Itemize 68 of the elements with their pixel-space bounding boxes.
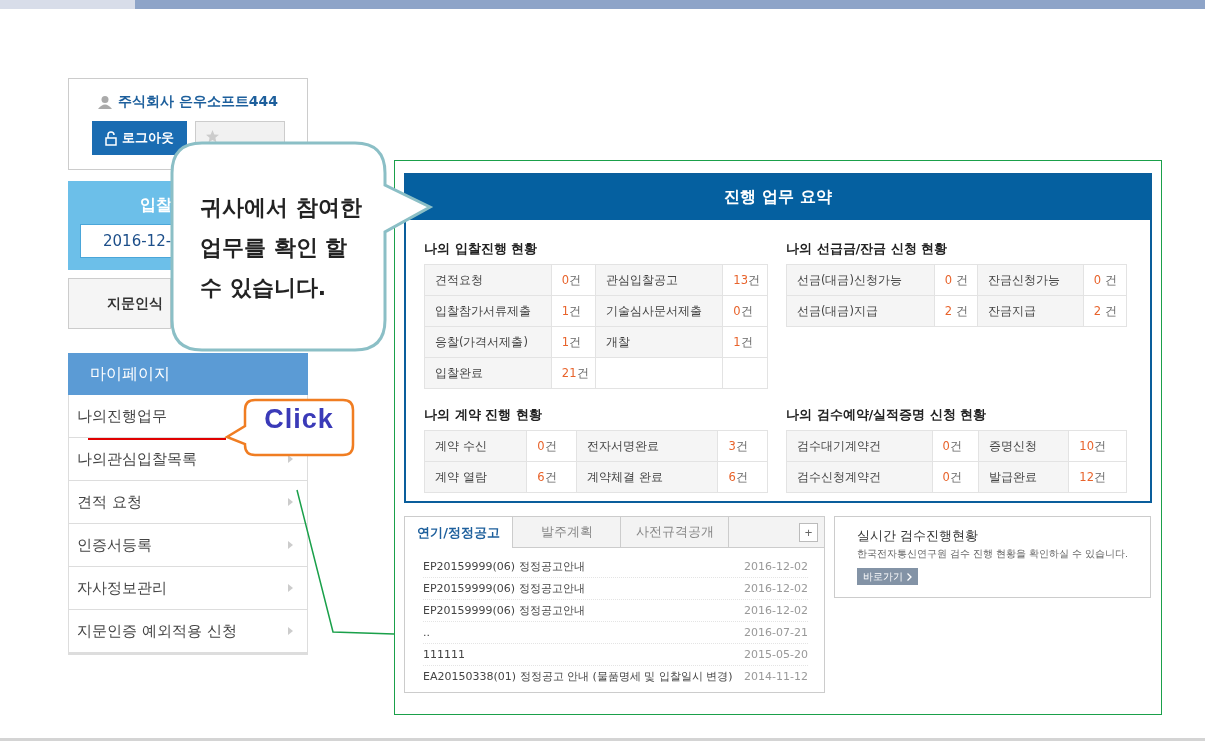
bid-title: 입찰 <box>140 195 172 216</box>
notice-title[interactable]: .. <box>423 626 430 639</box>
table-label: 입찰완료 <box>424 357 552 389</box>
section-title: 나의 입찰진행 현황 <box>424 240 539 258</box>
notice-date: 2014-11-12 <box>744 670 808 683</box>
callout-tooltip-text: Click <box>263 404 335 435</box>
notice-date: 2016-07-21 <box>744 626 808 639</box>
table-label: 견적요청 <box>424 264 552 296</box>
table-value: 0건 <box>932 430 979 462</box>
table-label: 전자서명완료 <box>576 430 718 462</box>
table-label: 검수신청계약건 <box>786 461 932 493</box>
section-title: 나의 계약 진행 현황 <box>424 406 543 424</box>
notice-date: 2016-12-02 <box>744 560 808 573</box>
menu-item[interactable]: 자사정보관리 <box>77 578 167 598</box>
table-value: 0건 <box>551 264 596 296</box>
table-label: 개찰 <box>596 326 723 358</box>
notice-date: 2016-12-02 <box>744 604 808 617</box>
table-value: 13건 <box>722 264 768 296</box>
menu-item[interactable]: 나의진행업무 <box>77 406 167 426</box>
table-label: 계약체결 완료 <box>576 461 718 493</box>
table-label: 검수대기계약건 <box>786 430 932 462</box>
table-value: 12건 <box>1068 461 1127 493</box>
tab[interactable]: 연기/정정공고 <box>405 517 513 548</box>
chevron-icon <box>907 572 912 581</box>
menu-item[interactable]: 인증서등록 <box>77 535 152 555</box>
notice-title[interactable]: EP20159999(06) 정정공고안내 <box>423 603 585 618</box>
notice-date: 2015-05-20 <box>744 648 808 661</box>
notice-title[interactable]: 111111 <box>423 648 465 661</box>
more-button[interactable]: + <box>799 522 818 542</box>
table-label: 발급완료 <box>978 461 1069 493</box>
table-label: 계약 수신 <box>424 430 527 462</box>
table-label: 선금(대금)지급 <box>786 295 935 327</box>
menu-item[interactable]: 지문인증 예외적용 신청 <box>77 621 237 641</box>
table-value: 0건 <box>526 430 577 462</box>
menu-header: 마이페이지 <box>68 353 308 395</box>
notice-title[interactable]: EA20150338(01) 정정공고 안내 (물품명세 및 입찰일시 변경) <box>423 669 733 684</box>
user-icon <box>97 95 112 109</box>
table-value: 6건 <box>526 461 577 493</box>
table-label: 선금(대금)신청가능 <box>786 264 935 296</box>
menu-item[interactable]: 견적 요청 <box>77 492 142 512</box>
table-label: 관심입찰공고 <box>596 264 723 296</box>
table-label: 기술심사문서제출 <box>596 295 723 327</box>
star-icon <box>205 130 219 143</box>
table-label: 증명신청 <box>978 430 1069 462</box>
panel-title: 진행 업무 요약 <box>406 175 1150 220</box>
table-value: 0 건 <box>934 264 978 296</box>
notice-title[interactable]: EP20159999(06) 정정공고안내 <box>423 559 585 574</box>
notice-date: 2016-12-02 <box>744 582 808 595</box>
logout-button[interactable]: 로그아웃 <box>91 121 187 155</box>
section-title: 나의 검수예약/실적증명 신청 현황 <box>786 406 988 424</box>
table-value: 3건 <box>717 430 768 462</box>
fingerprint-button[interactable]: 지문인식 <box>68 278 171 329</box>
table-label: 잔금신청가능 <box>977 264 1084 296</box>
callout-tooltip-text: 귀사에서 참여한 업무를 확인 할 수 있습니다. <box>200 194 362 302</box>
lock-icon <box>104 130 117 146</box>
menu-item[interactable]: 나의관심입찰목록 <box>77 449 197 469</box>
table-label: 입찰참가서류제출 <box>424 295 552 327</box>
table-value: 0 건 <box>1083 264 1127 296</box>
card-title: 실시간 검수진행현황 <box>857 527 980 545</box>
table-label: 계약 열람 <box>424 461 527 493</box>
card-description: 한국전자통신연구원 검수 진행 현황을 확인하실 수 있습니다. <box>857 548 1129 561</box>
table-value: 6건 <box>717 461 768 493</box>
table-value: 10건 <box>1068 430 1127 462</box>
table-label: 응찰(가격서제출) <box>424 326 552 358</box>
notice-title[interactable]: EP20159999(06) 정정공고안내 <box>423 581 585 596</box>
section-title: 나의 선급금/잔금 신청 현황 <box>786 240 949 258</box>
company-name: 주식회사 은우소프트444 <box>117 93 279 111</box>
table-label: 잔금지급 <box>977 295 1084 327</box>
